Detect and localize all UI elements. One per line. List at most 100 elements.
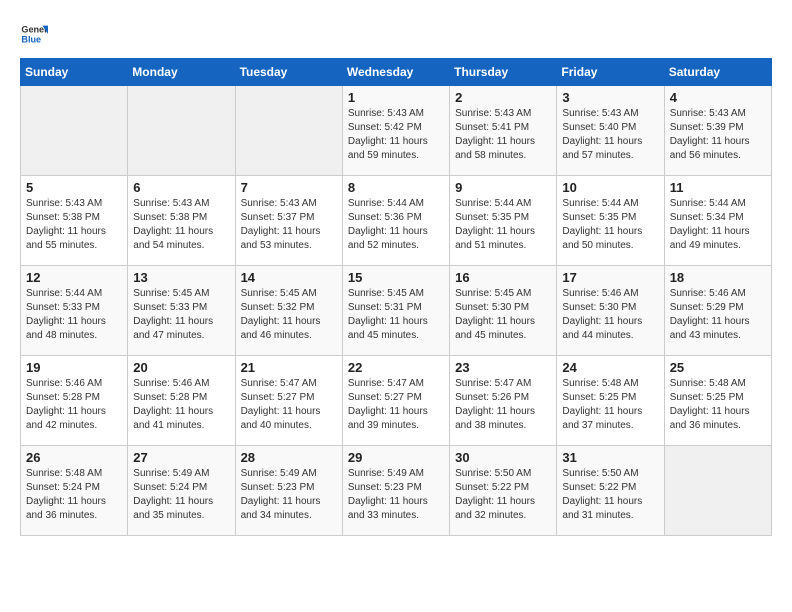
day-info: Sunrise: 5:47 AM Sunset: 5:26 PM Dayligh… bbox=[455, 377, 551, 433]
day-info: Sunrise: 5:46 AM Sunset: 5:28 PM Dayligh… bbox=[26, 377, 122, 433]
column-header-friday: Friday bbox=[557, 59, 664, 86]
calendar-cell: 6Sunrise: 5:43 AM Sunset: 5:38 PM Daylig… bbox=[128, 176, 235, 266]
day-info: Sunrise: 5:43 AM Sunset: 5:42 PM Dayligh… bbox=[348, 107, 444, 163]
day-info: Sunrise: 5:46 AM Sunset: 5:29 PM Dayligh… bbox=[670, 287, 766, 343]
calendar-cell bbox=[128, 86, 235, 176]
calendar-cell: 10 Sunrise: 5:44 AM Sunset: 5:35 PM Dayli… bbox=[557, 176, 664, 266]
logo-icon: General Blue bbox=[20, 20, 48, 48]
day-number: 20 bbox=[133, 360, 229, 375]
day-info: Sunrise: 5:43 AM Sunset: 5:41 PM Dayligh… bbox=[455, 107, 551, 163]
day-info: Sunrise: 5:43 AM Sunset: 5:40 PM Dayligh… bbox=[562, 107, 658, 163]
day-number: 1 bbox=[348, 90, 444, 105]
calendar-cell: 26 Sunrise: 5:48 AM Sunset: 5:24 PM Dayli… bbox=[21, 446, 128, 536]
day-info: Sunrise: 5:47 AM Sunset: 5:27 PM Dayligh… bbox=[348, 377, 444, 433]
day-info: Sunrise: 5:45 AM Sunset: 5:30 PM Dayligh… bbox=[455, 287, 551, 343]
day-info: Sunrise: 5:46 AM Sunset: 5:28 PM Dayligh… bbox=[133, 377, 229, 433]
calendar-cell: 21Sunrise: 5:47 AM Sunset: 5:27 PM Dayli… bbox=[235, 356, 342, 446]
calendar-cell: 25 Sunrise: 5:48 AM Sunset: 5:25 PM Dayli… bbox=[664, 356, 771, 446]
calendar-cell: 9Sunrise: 5:44 AM Sunset: 5:35 PM Daylig… bbox=[450, 176, 557, 266]
day-number: 21 bbox=[241, 360, 337, 375]
day-number: 4 bbox=[670, 90, 766, 105]
calendar-cell: 18 Sunrise: 5:46 AM Sunset: 5:29 PM Dayli… bbox=[664, 266, 771, 356]
calendar-cell: 5 Sunrise: 5:43 AM Sunset: 5:38 PM Daylig… bbox=[21, 176, 128, 266]
calendar-cell: 31 Sunrise: 5:50 AM Sunset: 5:22 PM Dayli… bbox=[557, 446, 664, 536]
day-info: Sunrise: 5:45 AM Sunset: 5:31 PM Dayligh… bbox=[348, 287, 444, 343]
day-number: 9 bbox=[455, 180, 551, 195]
day-number: 14 bbox=[241, 270, 337, 285]
day-info: Sunrise: 5:48 AM Sunset: 5:24 PM Dayligh… bbox=[26, 467, 122, 523]
calendar-cell: 22 Sunrise: 5:47 AM Sunset: 5:27 PM Dayli… bbox=[342, 356, 449, 446]
day-number: 27 bbox=[133, 450, 229, 465]
calendar-cell: 16 Sunrise: 5:45 AM Sunset: 5:30 PM Dayli… bbox=[450, 266, 557, 356]
day-info: Sunrise: 5:49 AM Sunset: 5:24 PM Dayligh… bbox=[133, 467, 229, 523]
day-number: 16 bbox=[455, 270, 551, 285]
calendar-cell: 7Sunrise: 5:43 AM Sunset: 5:37 PM Daylig… bbox=[235, 176, 342, 266]
calendar-cell: 27 Sunrise: 5:49 AM Sunset: 5:24 PM Dayli… bbox=[128, 446, 235, 536]
day-number: 29 bbox=[348, 450, 444, 465]
logo: General Blue bbox=[20, 20, 48, 48]
calendar-cell: 24 Sunrise: 5:48 AM Sunset: 5:25 PM Dayli… bbox=[557, 356, 664, 446]
day-info: Sunrise: 5:45 AM Sunset: 5:33 PM Dayligh… bbox=[133, 287, 229, 343]
calendar-cell: 29 Sunrise: 5:49 AM Sunset: 5:23 PM Dayli… bbox=[342, 446, 449, 536]
calendar-table: SundayMondayTuesdayWednesdayThursdayFrid… bbox=[20, 58, 772, 536]
day-info: Sunrise: 5:49 AM Sunset: 5:23 PM Dayligh… bbox=[348, 467, 444, 523]
day-info: Sunrise: 5:44 AM Sunset: 5:35 PM Dayligh… bbox=[562, 197, 658, 253]
day-info: Sunrise: 5:49 AM Sunset: 5:23 PM Dayligh… bbox=[241, 467, 337, 523]
week-row-3: 12Sunrise: 5:44 AM Sunset: 5:33 PM Dayli… bbox=[21, 266, 772, 356]
day-info: Sunrise: 5:44 AM Sunset: 5:34 PM Dayligh… bbox=[670, 197, 766, 253]
day-number: 2 bbox=[455, 90, 551, 105]
day-number: 24 bbox=[562, 360, 658, 375]
day-info: Sunrise: 5:48 AM Sunset: 5:25 PM Dayligh… bbox=[562, 377, 658, 433]
calendar-cell: 23 Sunrise: 5:47 AM Sunset: 5:26 PM Dayli… bbox=[450, 356, 557, 446]
day-info: Sunrise: 5:45 AM Sunset: 5:32 PM Dayligh… bbox=[241, 287, 337, 343]
day-number: 26 bbox=[26, 450, 122, 465]
day-info: Sunrise: 5:44 AM Sunset: 5:36 PM Dayligh… bbox=[348, 197, 444, 253]
day-info: Sunrise: 5:50 AM Sunset: 5:22 PM Dayligh… bbox=[562, 467, 658, 523]
day-number: 30 bbox=[455, 450, 551, 465]
calendar-cell: 1 Sunrise: 5:43 AM Sunset: 5:42 PM Daylig… bbox=[342, 86, 449, 176]
calendar-cell: 2 Sunrise: 5:43 AM Sunset: 5:41 PM Daylig… bbox=[450, 86, 557, 176]
calendar-cell: 28 Sunrise: 5:49 AM Sunset: 5:23 PM Dayli… bbox=[235, 446, 342, 536]
day-number: 13 bbox=[133, 270, 229, 285]
day-number: 17 bbox=[562, 270, 658, 285]
day-number: 19 bbox=[26, 360, 122, 375]
column-header-sunday: Sunday bbox=[21, 59, 128, 86]
day-number: 31 bbox=[562, 450, 658, 465]
day-number: 28 bbox=[241, 450, 337, 465]
day-number: 22 bbox=[348, 360, 444, 375]
calendar-cell: 4 Sunrise: 5:43 AM Sunset: 5:39 PM Daylig… bbox=[664, 86, 771, 176]
day-info: Sunrise: 5:43 AM Sunset: 5:39 PM Dayligh… bbox=[670, 107, 766, 163]
day-number: 10 bbox=[562, 180, 658, 195]
day-number: 5 bbox=[26, 180, 122, 195]
week-row-2: 5 Sunrise: 5:43 AM Sunset: 5:38 PM Daylig… bbox=[21, 176, 772, 266]
day-info: Sunrise: 5:43 AM Sunset: 5:38 PM Dayligh… bbox=[26, 197, 122, 253]
calendar-cell: 3 Sunrise: 5:43 AM Sunset: 5:40 PM Daylig… bbox=[557, 86, 664, 176]
calendar-cell bbox=[235, 86, 342, 176]
calendar-cell: 19 Sunrise: 5:46 AM Sunset: 5:28 PM Dayli… bbox=[21, 356, 128, 446]
calendar-cell: 20 Sunrise: 5:46 AM Sunset: 5:28 PM Dayli… bbox=[128, 356, 235, 446]
page-header: General Blue bbox=[20, 20, 772, 48]
day-info: Sunrise: 5:48 AM Sunset: 5:25 PM Dayligh… bbox=[670, 377, 766, 433]
calendar-cell bbox=[21, 86, 128, 176]
day-info: Sunrise: 5:46 AM Sunset: 5:30 PM Dayligh… bbox=[562, 287, 658, 343]
week-row-1: 1 Sunrise: 5:43 AM Sunset: 5:42 PM Daylig… bbox=[21, 86, 772, 176]
column-header-tuesday: Tuesday bbox=[235, 59, 342, 86]
day-number: 23 bbox=[455, 360, 551, 375]
day-number: 11 bbox=[670, 180, 766, 195]
calendar-cell: 15 Sunrise: 5:45 AM Sunset: 5:31 PM Dayli… bbox=[342, 266, 449, 356]
calendar-cell: 8Sunrise: 5:44 AM Sunset: 5:36 PM Daylig… bbox=[342, 176, 449, 266]
svg-text:Blue: Blue bbox=[21, 34, 41, 44]
day-info: Sunrise: 5:44 AM Sunset: 5:33 PM Dayligh… bbox=[26, 287, 122, 343]
calendar-cell: 11 Sunrise: 5:44 AM Sunset: 5:34 PM Dayli… bbox=[664, 176, 771, 266]
column-header-saturday: Saturday bbox=[664, 59, 771, 86]
week-row-4: 19 Sunrise: 5:46 AM Sunset: 5:28 PM Dayli… bbox=[21, 356, 772, 446]
day-number: 3 bbox=[562, 90, 658, 105]
calendar-cell bbox=[664, 446, 771, 536]
day-info: Sunrise: 5:43 AM Sunset: 5:37 PM Dayligh… bbox=[241, 197, 337, 253]
day-number: 25 bbox=[670, 360, 766, 375]
calendar-cell: 17 Sunrise: 5:46 AM Sunset: 5:30 PM Dayli… bbox=[557, 266, 664, 356]
day-number: 6 bbox=[133, 180, 229, 195]
day-number: 18 bbox=[670, 270, 766, 285]
day-number: 15 bbox=[348, 270, 444, 285]
column-header-monday: Monday bbox=[128, 59, 235, 86]
